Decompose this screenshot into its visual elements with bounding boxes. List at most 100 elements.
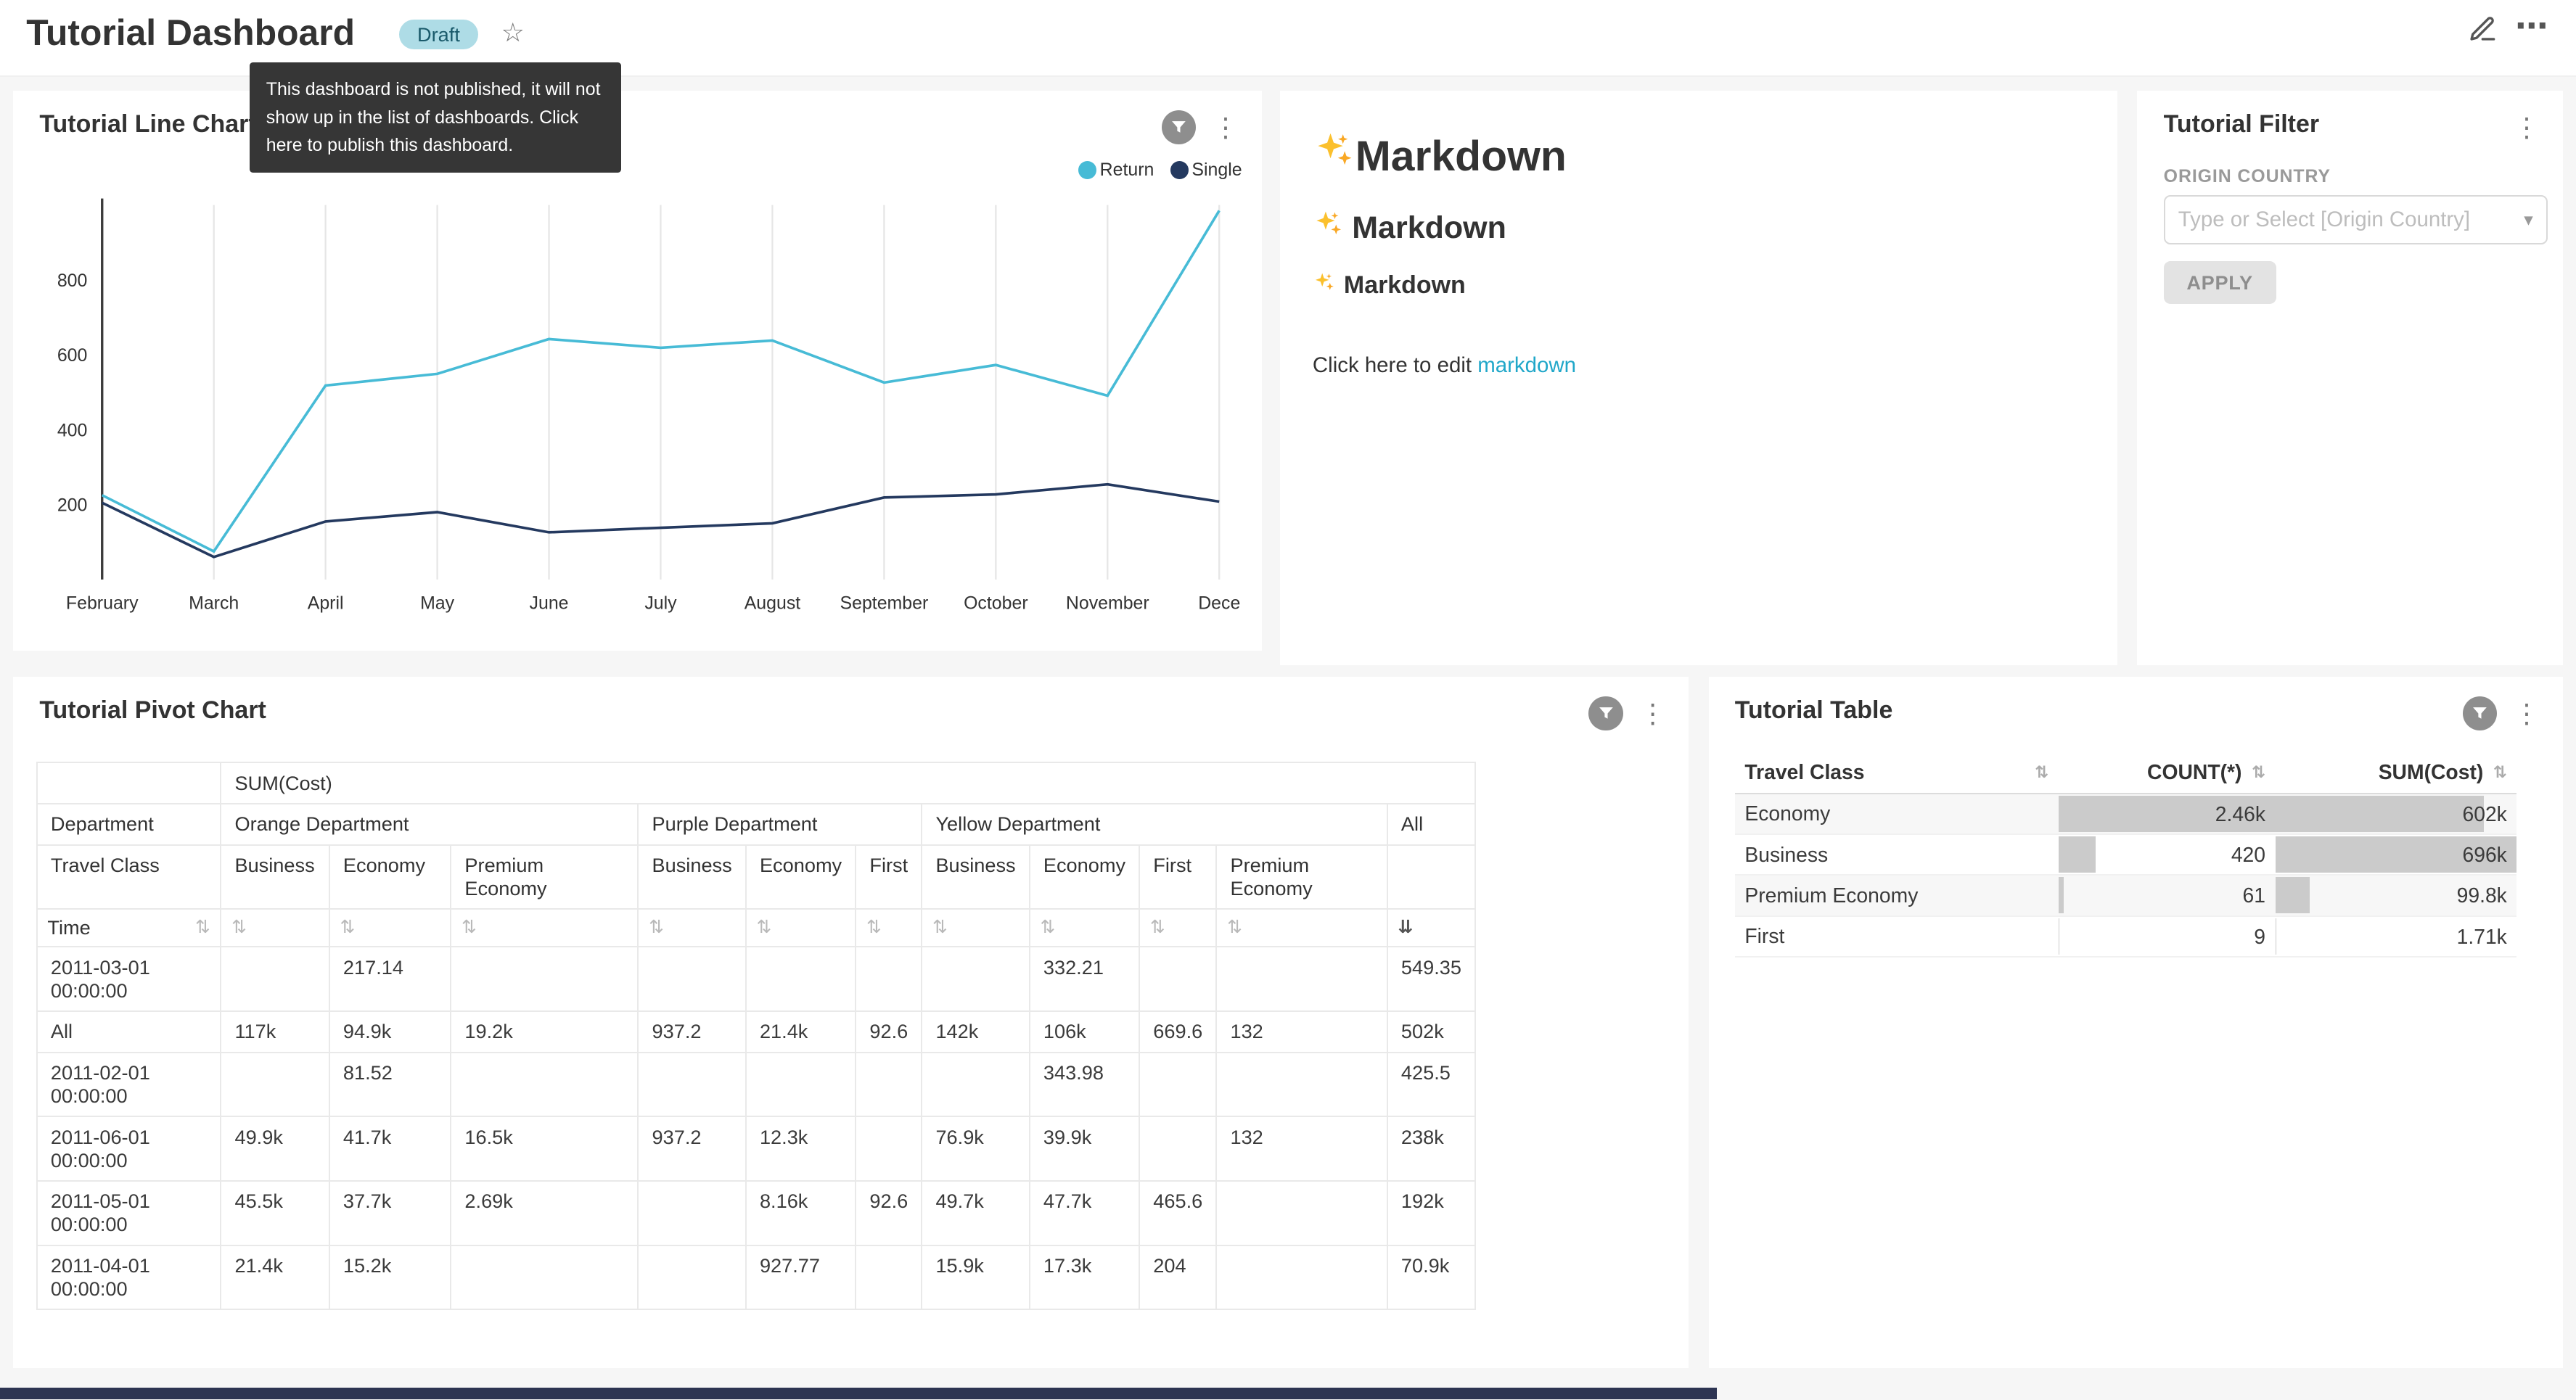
pivot-subcol-header: Business <box>922 845 1029 910</box>
table-row[interactable]: Premium Economy6199.8k <box>1735 875 2517 915</box>
pivot-cell <box>638 947 745 1011</box>
col-header-count[interactable]: COUNT(*)⇅ <box>2059 752 2276 794</box>
sort-icon[interactable]: ⇊ <box>1398 916 1413 938</box>
legend-item[interactable]: Single <box>1170 160 1242 181</box>
chart-legend: Return Single <box>1078 160 1242 181</box>
pivot-cell: 49.7k <box>922 1181 1029 1245</box>
pivot-card-more-icon[interactable]: ⋮ <box>1639 696 1665 731</box>
line-chart-more-icon[interactable]: ⋮ <box>1213 110 1239 145</box>
cell-bar <box>2276 796 2485 832</box>
pivot-sort-cell[interactable]: ⇅ <box>1139 909 1216 947</box>
header-more-icon[interactable]: ⋯ <box>2515 7 2550 45</box>
svg-text:May: May <box>420 593 455 614</box>
pivot-group-header: Purple Department <box>638 804 922 845</box>
markdown-h2-text: Markdown <box>1352 210 1506 246</box>
table-row[interactable]: Business420696k <box>1735 834 2517 875</box>
pivot-card-title: Tutorial Pivot Chart <box>39 696 266 725</box>
line-chart: 200400600800FebruaryMarchAprilMayJuneJul… <box>17 189 1252 645</box>
sort-icon[interactable]: ⇅ <box>2493 763 2507 782</box>
pivot-sort-cell[interactable]: ⇅ <box>329 909 451 947</box>
markdown-h3-text: Markdown <box>1344 271 1466 300</box>
sort-icon[interactable]: ⇅ <box>2035 763 2048 782</box>
pivot-cell: 142k <box>922 1011 1029 1053</box>
sort-icon[interactable]: ⇅ <box>1150 916 1165 938</box>
pivot-cell: 19.2k <box>451 1011 638 1053</box>
pivot-cell <box>638 1053 745 1117</box>
pivot-subcol-header: First <box>1139 845 1216 910</box>
table-row[interactable]: Economy2.46k602k <box>1735 794 2517 834</box>
sort-icon[interactable]: ⇅ <box>866 916 882 938</box>
sort-icon[interactable]: ⇅ <box>195 916 210 938</box>
pivot-sort-cell[interactable]: ⇅ <box>638 909 745 947</box>
sort-icon[interactable]: ⇅ <box>932 916 948 938</box>
favorite-star-icon[interactable]: ☆ <box>501 17 525 48</box>
pivot-sort-cell[interactable]: ⇅ <box>922 909 1029 947</box>
sort-icon[interactable]: ⇅ <box>462 916 477 938</box>
pivot-cell: 17.3k <box>1030 1245 1139 1310</box>
markdown-h2: Markdown <box>1313 209 2085 248</box>
markdown-card[interactable]: Markdown Markdown Markdown Click here to… <box>1280 91 2118 665</box>
svg-text:November: November <box>1066 593 1149 614</box>
legend-label: Return <box>1100 160 1154 181</box>
pivot-sort-cell[interactable]: ⇅ <box>451 909 638 947</box>
pivot-cell: 204 <box>1139 1245 1216 1310</box>
filter-funnel-icon[interactable] <box>2463 696 2498 731</box>
pivot-table: SUM(Cost)DepartmentOrange DepartmentPurp… <box>36 762 1476 1310</box>
publish-tooltip[interactable]: This dashboard is not published, it will… <box>250 62 621 173</box>
pivot-row: 2011-05-01 00:00:0045.5k37.7k2.69k8.16k9… <box>37 1181 1475 1245</box>
table-card-more-icon[interactable]: ⋮ <box>2514 696 2540 731</box>
legend-item[interactable]: Return <box>1078 160 1154 181</box>
sort-icon[interactable]: ⇅ <box>756 916 771 938</box>
pivot-sort-cell[interactable]: ⇅ <box>1030 909 1139 947</box>
pivot-cell: 132 <box>1216 1011 1387 1053</box>
table-card: Tutorial Table ⋮ Travel Class⇅ COUNT(*)⇅… <box>1709 677 2563 1368</box>
pivot-cell: 76.9k <box>922 1116 1029 1181</box>
pivot-cell: 16.5k <box>451 1116 638 1181</box>
pivot-cell: 21.4k <box>221 1245 329 1310</box>
sort-icon[interactable]: ⇅ <box>1227 916 1242 938</box>
pivot-cell: 70.9k <box>1387 1245 1475 1310</box>
sort-icon[interactable]: ⇅ <box>649 916 664 938</box>
sort-icon[interactable]: ⇅ <box>231 916 247 938</box>
filter-funnel-icon[interactable] <box>1162 110 1197 145</box>
pivot-sort-cell[interactable]: ⇅ <box>746 909 856 947</box>
pivot-row-dim[interactable]: Time⇅ <box>37 909 221 947</box>
filter-funnel-icon[interactable] <box>1588 696 1623 731</box>
col-header-travel-class[interactable]: Travel Class⇅ <box>1735 752 2059 794</box>
sort-icon[interactable]: ⇅ <box>2252 763 2265 782</box>
edit-pencil-icon[interactable] <box>2468 15 2498 51</box>
pivot-cell: 927.77 <box>746 1245 856 1310</box>
pivot-cell <box>638 1181 745 1245</box>
pivot-sort-cell[interactable]: ⇅ <box>1216 909 1387 947</box>
pivot-cell <box>221 1053 329 1117</box>
pivot-cell <box>856 947 922 1011</box>
pivot-col-dim: Department <box>37 804 221 845</box>
apply-button[interactable]: APPLY <box>2164 261 2276 304</box>
line-chart-card: Tutorial Line Chart ⋮ ReturnSingle 20040… <box>13 91 1262 651</box>
pivot-sub-dim: Travel Class <box>37 845 221 910</box>
pivot-cell: 45.5k <box>221 1181 329 1245</box>
pivot-sort-cell[interactable]: ⇅ <box>856 909 922 947</box>
filter-card-more-icon[interactable]: ⋮ <box>2514 110 2540 145</box>
svg-text:800: 800 <box>57 271 87 291</box>
pivot-sort-cell[interactable]: ⇅ <box>221 909 329 947</box>
pivot-row: All117k94.9k19.2k937.221.4k92.6142k106k6… <box>37 1011 1475 1053</box>
pivot-group-header: All <box>1387 804 1475 845</box>
cell-sum: 696k <box>2276 834 2517 875</box>
cell-count: 61 <box>2059 875 2276 915</box>
resize-indicator[interactable] <box>0 1388 1717 1399</box>
markdown-edit-link[interactable]: markdown <box>1477 353 1576 377</box>
pivot-sort-cell[interactable]: ⇊ <box>1387 909 1475 947</box>
pivot-cell: 94.9k <box>329 1011 451 1053</box>
sort-icon[interactable]: ⇅ <box>1040 916 1055 938</box>
cell-travel-class: First <box>1735 916 2059 957</box>
pivot-cell: 332.21 <box>1030 947 1139 1011</box>
col-header-sum-cost[interactable]: SUM(Cost)⇅ <box>2276 752 2517 794</box>
table-row[interactable]: First91.71k <box>1735 916 2517 957</box>
origin-country-select[interactable]: Type or Select [Origin Country] ▾ <box>2164 195 2548 244</box>
pivot-cell: 8.16k <box>746 1181 856 1245</box>
sort-icon[interactable]: ⇅ <box>340 916 355 938</box>
draft-badge[interactable]: Draft <box>399 20 478 49</box>
pivot-subcol-header: Economy <box>746 845 856 910</box>
pivot-cell <box>1139 1116 1216 1181</box>
